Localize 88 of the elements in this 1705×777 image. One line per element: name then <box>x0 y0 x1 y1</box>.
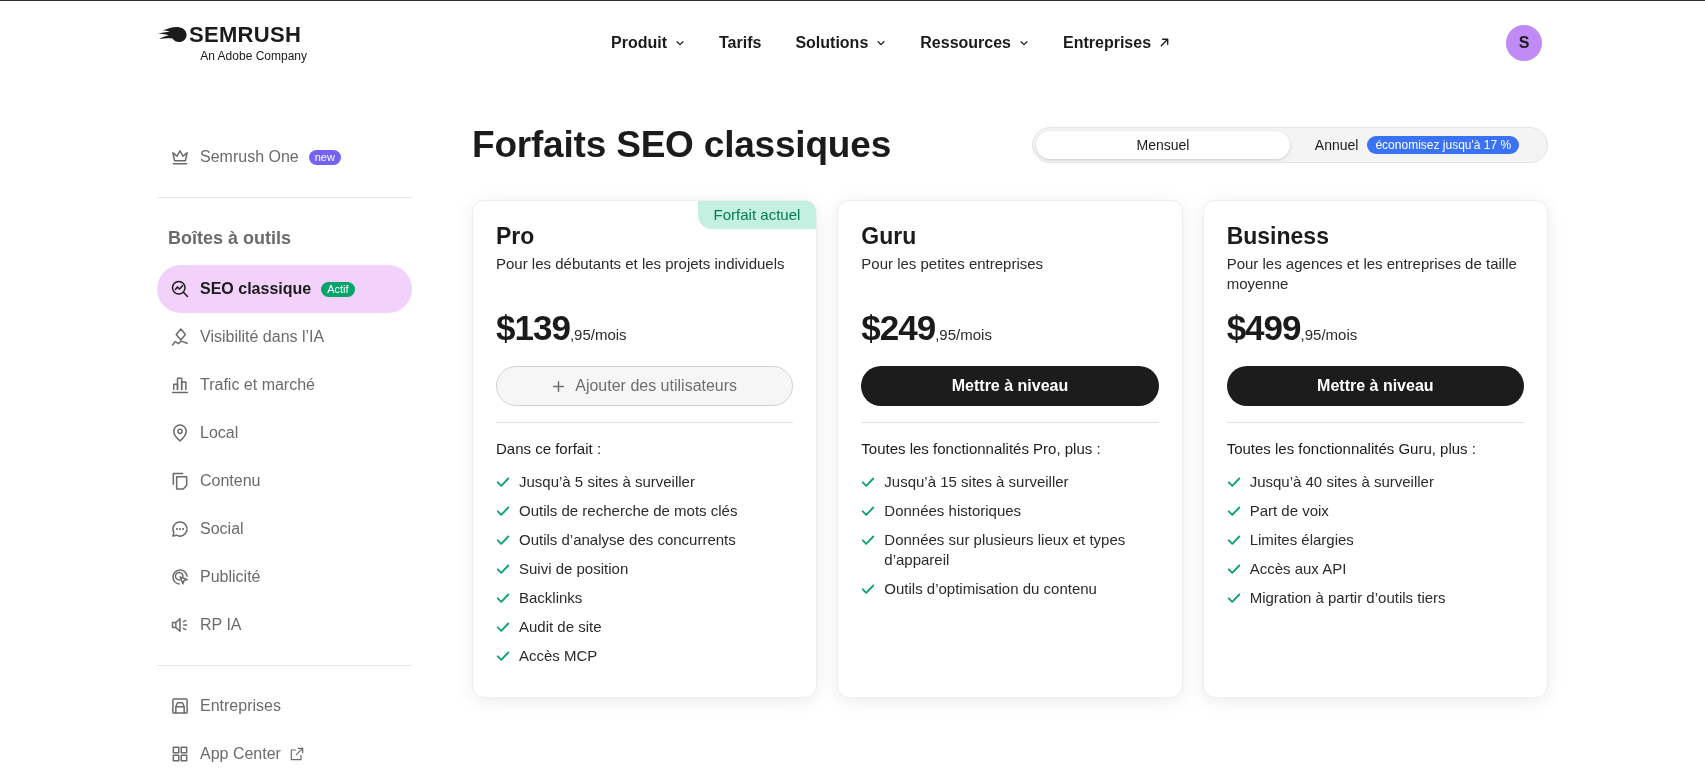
frame-icon <box>170 696 190 716</box>
plus-icon <box>552 379 566 393</box>
sidebar-item[interactable]: SEO classique Actif <box>157 265 412 313</box>
features-heading: Toutes les fonctionnalités Guru, plus : <box>1226 439 1477 459</box>
check-icon <box>496 591 510 605</box>
feature-item: Jusqu’à 15 sites à surveiller <box>884 472 1069 492</box>
check-icon <box>1226 562 1241 576</box>
check-icon <box>496 504 510 518</box>
plan-name: Guru <box>861 222 918 250</box>
upgrade-button[interactable]: Mettre à niveau <box>1226 366 1524 406</box>
feature-item: Données historiques <box>884 501 1022 521</box>
plan-price: $249,95/mois <box>861 308 993 348</box>
sidebar-badge: Actif <box>321 281 355 297</box>
plan-description: Pour les agences et les entreprises de taille moyenne <box>1226 254 1518 294</box>
add-users-button[interactable]: Ajouter des utilisateurs <box>496 366 794 406</box>
feature-item: Jusqu’à 5 sites à surveiller <box>519 472 695 492</box>
map-pin-icon <box>170 423 190 443</box>
arrow-up-right-icon <box>1159 37 1171 48</box>
feature-item: Suivi de position <box>519 559 629 579</box>
plan-price: $139,95/mois <box>496 308 628 348</box>
grid-icon <box>170 744 190 764</box>
feature-item: Données sur plusieurs lieux et types d’appareil <box>884 530 1127 570</box>
check-icon <box>861 582 876 596</box>
feature-item: Accès MCP <box>519 646 598 666</box>
feature-item: Migration à partir d’outils tiers <box>1249 588 1446 608</box>
sidebar-item[interactable]: RP IA <box>157 601 412 649</box>
sidebar-item[interactable]: App Center <box>157 730 412 777</box>
feature-item: Jusqu’à 40 sites à surveiller <box>1249 472 1434 492</box>
bar-chart-icon <box>170 375 190 395</box>
speaker-icon <box>170 615 190 635</box>
upgrade-button[interactable]: Mettre à niveau <box>861 366 1159 406</box>
nav-link[interactable]: Tarifs <box>719 30 762 55</box>
target-cursor-icon <box>170 567 190 587</box>
check-icon <box>496 475 510 489</box>
logo-icon[interactable] <box>157 26 187 43</box>
pages-icon <box>170 471 190 491</box>
plan-name: Business <box>1226 222 1330 250</box>
feature-item: Limites élargies <box>1249 530 1354 550</box>
check-icon <box>861 533 876 547</box>
sidebar-item[interactable]: Local <box>157 409 412 457</box>
diamond-icon <box>170 327 190 347</box>
sidebar-item[interactable]: Publicité <box>157 553 412 601</box>
features-heading: Toutes les fonctionnalités Pro, plus : <box>861 439 1102 459</box>
sidebar-badge: new <box>308 149 341 165</box>
nav-link[interactable]: Ressources <box>920 30 1029 55</box>
check-icon <box>861 475 876 489</box>
feature-item: Outils d’analyse des concurrents <box>519 530 736 550</box>
logo-tagline: An Adobe Company <box>200 48 307 63</box>
billing-option[interactable]: Mensuel <box>1036 131 1290 159</box>
feature-item: Audit de site <box>519 617 602 637</box>
nav-link[interactable]: Entreprises <box>1063 30 1171 55</box>
nav-link[interactable]: Solutions <box>795 30 887 55</box>
discount-badge: économisez jusqu'à 17 % <box>1367 136 1520 154</box>
check-icon <box>496 562 510 576</box>
check-icon <box>1226 475 1241 489</box>
check-icon <box>861 504 876 518</box>
check-icon <box>1226 504 1241 518</box>
magnifier-chart-icon <box>170 279 190 299</box>
billing-option[interactable]: Annuel économisez jusqu'à 17 % <box>1290 131 1544 159</box>
check-icon <box>1226 533 1241 547</box>
sidebar-item[interactable]: Social <box>157 505 412 553</box>
check-icon <box>496 620 510 634</box>
feature-item: Backlinks <box>519 588 583 608</box>
sidebar-item[interactable]: Contenu <box>157 457 412 505</box>
sidebar-item[interactable]: Visibilité dans l’IA <box>157 313 412 361</box>
logo-wordmark[interactable]: SEMRUSH <box>189 22 302 47</box>
section-heading: Boîtes à outils <box>167 227 293 250</box>
sidebar-item[interactable]: Semrush One new <box>157 133 412 181</box>
plan-description: Pour les débutants et les projets individuels <box>496 254 786 274</box>
sidebar-item[interactable]: Trafic et marché <box>157 361 412 409</box>
nav-link[interactable]: Produit <box>611 30 685 55</box>
avatar-button[interactable]: S <box>1506 24 1542 61</box>
chat-bubble-icon <box>170 519 190 539</box>
feature-item: Outils d’optimisation du contenu <box>884 579 1097 599</box>
plan-name: Pro <box>496 222 536 250</box>
features-heading: Dans ce forfait : <box>496 439 603 459</box>
current-plan-badge: Forfait actuel <box>697 201 817 229</box>
crown-icon <box>170 147 190 167</box>
check-icon <box>1226 591 1241 605</box>
sidebar-item[interactable]: Entreprises <box>157 682 412 730</box>
check-icon <box>496 649 510 663</box>
feature-item: Outils de recherche de mots clés <box>519 501 738 521</box>
plan-price: $499,95/mois <box>1226 308 1359 348</box>
page-title: Forfaits SEO classiques <box>472 125 891 165</box>
check-icon <box>496 533 510 547</box>
plan-description: Pour les petites entreprises <box>861 254 1045 274</box>
feature-item: Accès aux API <box>1249 559 1347 579</box>
feature-item: Part de voix <box>1249 501 1329 521</box>
